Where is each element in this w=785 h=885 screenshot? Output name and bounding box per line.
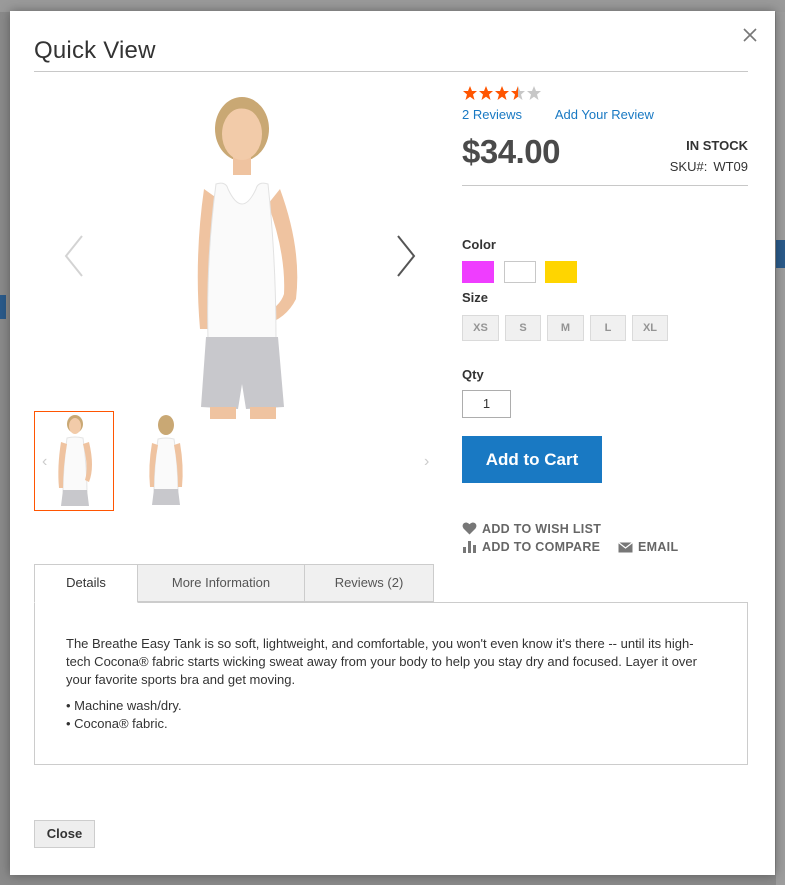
add-to-compare-link[interactable]: ADD TO COMPARE	[462, 540, 600, 554]
main-product-image[interactable]	[146, 89, 336, 419]
compare-label: ADD TO COMPARE	[482, 540, 601, 554]
thumbnail-back[interactable]	[126, 411, 204, 509]
email-label: EMAIL	[638, 540, 679, 554]
qty-input[interactable]: 1	[462, 390, 511, 418]
product-description: The Breathe Easy Tank is so soft, lightw…	[66, 636, 697, 687]
sku-label: SKU#:	[669, 159, 708, 174]
chevron-right-icon[interactable]	[390, 231, 420, 281]
product-gallery: ‹ ›	[34, 81, 446, 521]
add-review-link[interactable]: Add Your Review	[555, 107, 654, 122]
size-label: Size	[462, 290, 489, 305]
size-option-s[interactable]: S	[505, 315, 541, 341]
quick-view-modal: Quick View ‹ › 2 Reviews Add Your Review…	[10, 11, 775, 875]
chevron-left-icon[interactable]	[60, 231, 90, 281]
product-features: • Machine wash/dry. • Cocona® fabric.	[66, 697, 182, 733]
color-label: Color	[462, 237, 496, 252]
color-swatch-yellow[interactable]	[545, 261, 577, 283]
background-page-right	[776, 12, 785, 885]
close-icon[interactable]	[740, 25, 760, 45]
size-option-l[interactable]: L	[590, 315, 626, 341]
reviews-link[interactable]: 2 Reviews	[462, 107, 522, 122]
color-swatch-purple[interactable]	[462, 261, 494, 283]
product-price: $34.00	[462, 133, 560, 170]
thumbnail-next-icon[interactable]: ›	[424, 453, 429, 471]
size-option-m[interactable]: M	[547, 315, 584, 341]
product-sku: SKU#: WT09	[670, 159, 748, 174]
rating-stars	[463, 86, 541, 100]
star-icon	[495, 86, 509, 100]
tab-details[interactable]: Details	[34, 564, 138, 603]
color-swatch-white[interactable]	[504, 261, 536, 283]
review-links: 2 Reviews Add Your Review	[462, 107, 654, 122]
size-option-xl[interactable]: XL	[632, 315, 668, 341]
bar-chart-icon	[463, 541, 476, 553]
star-icon	[463, 86, 477, 100]
envelope-icon	[618, 542, 633, 553]
star-icon	[527, 86, 541, 100]
heart-icon	[462, 522, 477, 535]
background-button-left	[0, 295, 6, 319]
qty-label: Qty	[462, 367, 484, 382]
email-link[interactable]: EMAIL	[618, 540, 678, 554]
background-button-right	[776, 240, 785, 268]
modal-title: Quick View	[34, 37, 156, 64]
size-option-xs[interactable]: XS	[462, 315, 499, 341]
wishlist-label: ADD TO WISH LIST	[482, 522, 602, 536]
info-divider	[462, 185, 748, 186]
stock-status: IN STOCK	[686, 138, 748, 153]
star-icon	[479, 86, 493, 100]
add-to-wishlist-link[interactable]: ADD TO WISH LIST	[462, 522, 601, 536]
title-divider	[34, 71, 748, 72]
close-button[interactable]: Close	[34, 820, 95, 848]
feature-item: • Machine wash/dry.	[66, 698, 182, 713]
thumbnail-prev-icon[interactable]: ‹	[42, 453, 47, 471]
feature-item: • Cocona® fabric.	[66, 716, 168, 731]
add-to-cart-button[interactable]: Add to Cart	[462, 436, 602, 483]
tab-more-information[interactable]: More Information	[137, 564, 305, 602]
star-icon	[511, 86, 525, 100]
details-panel: The Breathe Easy Tank is so soft, lightw…	[34, 602, 748, 765]
tab-reviews[interactable]: Reviews (2)	[304, 564, 434, 602]
sku-value: WT09	[713, 159, 748, 174]
